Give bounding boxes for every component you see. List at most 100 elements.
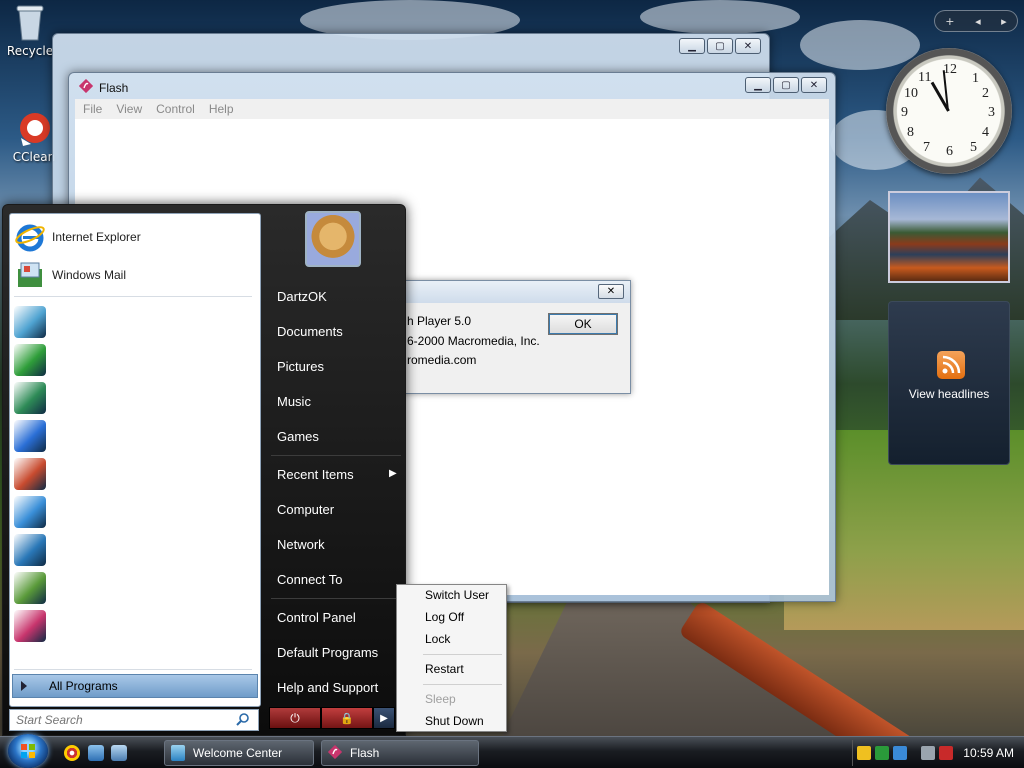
- window-titlebar: Flash: [78, 78, 129, 96]
- about-dialog[interactable]: ✕ h Player 5.0 6-2000 Macromedia, Inc. r…: [400, 280, 631, 394]
- clock-numeral: 4: [982, 125, 989, 140]
- windows-update-icon[interactable]: [875, 746, 889, 760]
- clock-numeral: 2: [982, 86, 989, 101]
- pinned-internet-explorer[interactable]: Internet Explorer: [14, 220, 141, 254]
- clock-numeral: 7: [923, 140, 930, 155]
- minimize-button[interactable]: ▁: [679, 38, 705, 54]
- dialog-titlebar: [401, 281, 630, 303]
- menu-item-sleep: Sleep: [425, 692, 456, 706]
- paint-icon[interactable]: [14, 572, 46, 604]
- menu-item-lock[interactable]: Lock: [425, 632, 450, 646]
- media-player-quicklaunch-icon[interactable]: [64, 745, 80, 761]
- start-search-input[interactable]: [9, 709, 259, 731]
- security-shield-icon[interactable]: [857, 746, 871, 760]
- start-right-user[interactable]: DartzOK: [277, 289, 327, 304]
- recycle-bin-icon: [13, 2, 47, 42]
- menu-separator: [423, 684, 502, 685]
- close-button[interactable]: ✕: [801, 77, 827, 93]
- maximize-button[interactable]: ▢: [773, 77, 799, 93]
- windows-live-messenger-icon[interactable]: [14, 496, 46, 528]
- desktop-icon-recycle-bin[interactable]: Recycle: [0, 2, 60, 58]
- windows-defender-icon[interactable]: [893, 746, 907, 760]
- start-right-default-programs[interactable]: Default Programs: [277, 645, 378, 660]
- menu-item-shut-down[interactable]: Shut Down: [425, 714, 484, 728]
- power-options-button[interactable]: ▶: [373, 707, 395, 729]
- start-right-network[interactable]: Network: [277, 537, 325, 552]
- start-right-games[interactable]: Games: [277, 429, 319, 444]
- menu-item-restart[interactable]: Restart: [425, 662, 464, 676]
- next-gadget-icon[interactable]: ▸: [1001, 15, 1007, 28]
- clock-gadget[interactable]: 12 1 2 3 4 5 6 7 8 9 10 11: [886, 48, 1012, 174]
- all-programs-button[interactable]: All Programs: [12, 674, 258, 698]
- start-right-pictures[interactable]: Pictures: [277, 359, 324, 374]
- show-desktop-icon[interactable]: [88, 745, 104, 761]
- search-icon[interactable]: [236, 712, 252, 728]
- power-button[interactable]: ⏻: [269, 707, 321, 729]
- dialog-close-button[interactable]: ✕: [598, 284, 624, 299]
- previous-gadget-icon[interactable]: ◂: [975, 15, 981, 28]
- start-right-recent-items[interactable]: Recent Items: [277, 467, 354, 482]
- window-title: Flash: [99, 80, 129, 95]
- start-menu-programs-pane: Internet Explorer Windows Mail All Progr…: [9, 213, 261, 707]
- menu-file[interactable]: File: [83, 102, 102, 116]
- volume-muted-icon[interactable]: [939, 746, 953, 760]
- slideshow-gadget[interactable]: [888, 191, 1010, 283]
- start-button[interactable]: [8, 734, 48, 768]
- system-tray: 10:59 AM: [852, 740, 1024, 766]
- taskbar-button-welcome-center[interactable]: Welcome Center: [164, 740, 314, 766]
- pinned-windows-mail[interactable]: Windows Mail: [14, 258, 126, 292]
- window-controls: ▁ ▢ ✕: [745, 77, 827, 93]
- switch-windows-icon[interactable]: [111, 745, 127, 761]
- ccleaner-icon: [17, 108, 51, 148]
- menu-item-log-off[interactable]: Log Off: [425, 610, 464, 624]
- start-right-computer[interactable]: Computer: [277, 502, 334, 517]
- taskbar-button-label: Welcome Center: [193, 746, 283, 760]
- taskbar-button-flash[interactable]: Flash: [321, 740, 479, 766]
- menu-help[interactable]: Help: [209, 102, 234, 116]
- pinned-item-label: Windows Mail: [52, 268, 127, 282]
- right-pane-separator: [271, 455, 401, 456]
- chevron-right-icon: ▶: [380, 712, 388, 724]
- start-right-documents[interactable]: Documents: [277, 324, 343, 339]
- power-buttons: ⏻ 🔒 ▶: [269, 707, 397, 731]
- all-programs-separator: [14, 669, 252, 670]
- internet-explorer-icon: [14, 221, 46, 253]
- start-menu[interactable]: Internet Explorer Windows Mail All Progr…: [2, 204, 406, 736]
- all-programs-label: All Programs: [49, 679, 118, 693]
- flash-icon: [78, 78, 94, 96]
- clock-time[interactable]: 10:59 AM: [963, 746, 1014, 760]
- start-right-connect-to[interactable]: Connect To: [277, 572, 343, 587]
- windows-update-icon[interactable]: [14, 344, 46, 376]
- network-icon[interactable]: [921, 746, 935, 760]
- add-gadget-icon[interactable]: +: [945, 15, 954, 28]
- windows-media-center-icon[interactable]: [14, 382, 46, 414]
- clock-numeral: 6: [946, 144, 953, 159]
- start-right-control-panel[interactable]: Control Panel: [277, 610, 356, 625]
- pinned-item-label: Internet Explorer: [52, 230, 141, 244]
- windows-dvd-maker-icon[interactable]: [14, 534, 46, 566]
- welcome-center-icon: [171, 745, 185, 761]
- menu-view[interactable]: View: [116, 102, 142, 116]
- rss-icon: [937, 351, 965, 379]
- maximize-button[interactable]: ▢: [707, 38, 733, 54]
- minimize-button[interactable]: ▁: [745, 77, 771, 93]
- start-right-music[interactable]: Music: [277, 394, 311, 409]
- welcome-center-icon[interactable]: [14, 306, 46, 338]
- windows-media-player-icon[interactable]: [14, 420, 46, 452]
- menu-separator: [423, 654, 502, 655]
- feed-headlines-gadget[interactable]: View headlines: [888, 301, 1010, 465]
- windows-fax-scan-icon[interactable]: [14, 458, 46, 490]
- flash-icon[interactable]: [14, 610, 46, 642]
- view-headlines-link[interactable]: View headlines: [889, 387, 1009, 401]
- menu-bar: File View Control Help: [75, 99, 829, 119]
- power-options-menu[interactable]: Switch User Log Off Lock Restart Sleep S…: [396, 584, 507, 732]
- power-icon: ⏻: [290, 710, 300, 725]
- start-right-help-support[interactable]: Help and Support: [277, 680, 378, 695]
- lock-button[interactable]: 🔒: [321, 707, 373, 729]
- close-button[interactable]: ✕: [735, 38, 761, 54]
- user-avatar[interactable]: [305, 211, 361, 267]
- menu-item-switch-user[interactable]: Switch User: [425, 588, 489, 602]
- ok-button[interactable]: OK: [548, 313, 618, 335]
- menu-control[interactable]: Control: [156, 102, 195, 116]
- flash-icon: [327, 744, 343, 761]
